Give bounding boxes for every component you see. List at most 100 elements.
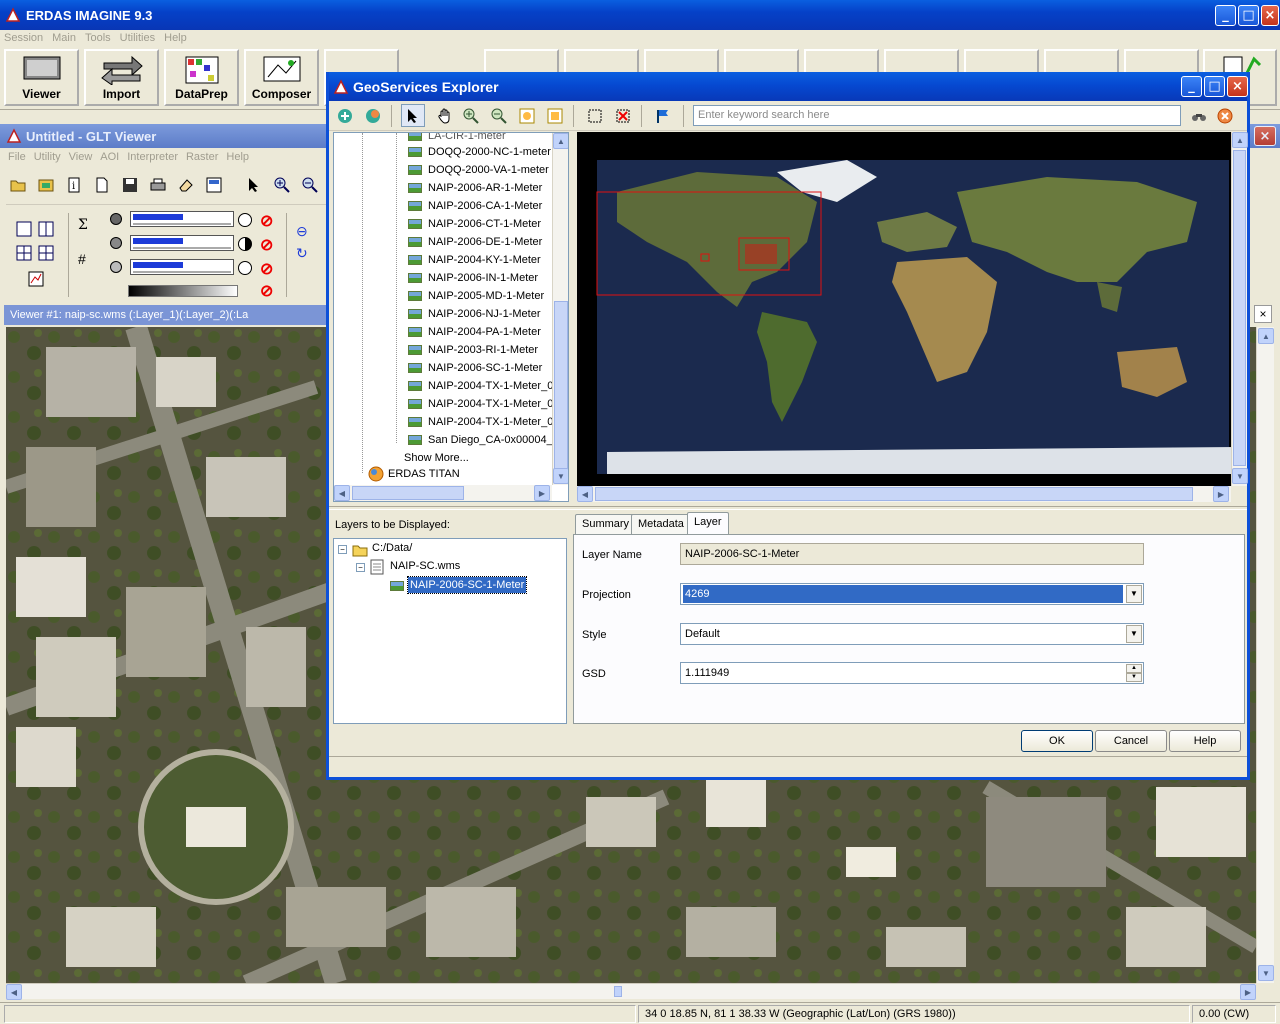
grid-icon[interactable]: # xyxy=(78,251,86,267)
brightness-slider[interactable] xyxy=(130,211,234,227)
scroll-thumb[interactable] xyxy=(554,301,568,471)
info-icon[interactable]: i xyxy=(66,177,82,193)
chart-icon[interactable] xyxy=(28,271,44,287)
tree-horizontal-scrollbar[interactable]: ◀ ▶ xyxy=(334,485,552,501)
scroll-right-icon[interactable]: ▶ xyxy=(1240,984,1256,1000)
reset-contrast-icon[interactable]: ⊘ xyxy=(260,235,273,255)
ok-button[interactable]: OK xyxy=(1021,730,1093,752)
layer-info-icon[interactable] xyxy=(206,177,222,193)
tab-summary[interactable]: Summary xyxy=(575,514,637,534)
reset-brightness-icon[interactable]: ⊘ xyxy=(260,211,273,231)
open-raster-icon[interactable] xyxy=(38,177,54,193)
scroll-up-icon[interactable]: ▲ xyxy=(1258,328,1274,344)
viewer-close-button[interactable]: × xyxy=(1254,126,1276,146)
tree-root-erdas-titan[interactable]: ERDAS TITAN xyxy=(368,465,460,483)
zoom-out-icon[interactable] xyxy=(491,108,507,124)
server-tree[interactable]: LA-CIR-1-meter DOQQ-2000-NC-1-meter DOQQ… xyxy=(333,132,569,502)
layers-wms-file[interactable]: NAIP-SC.wms xyxy=(390,560,460,572)
viewer-panel-close-icon[interactable]: × xyxy=(1254,305,1272,323)
tree-item[interactable]: NAIP-2006-SC-1-Meter xyxy=(408,359,542,377)
help-button[interactable]: Help xyxy=(1169,730,1241,752)
contrast-slider[interactable] xyxy=(130,235,234,251)
tab-metadata[interactable]: Metadata xyxy=(631,514,691,534)
tree-item[interactable]: San Diego_CA-0x00004_M xyxy=(408,431,562,449)
viewer-menu-raster[interactable]: Raster xyxy=(186,151,218,163)
add-server-icon[interactable] xyxy=(337,108,353,124)
menu-session[interactable]: Session xyxy=(4,32,43,44)
viewer-button[interactable]: Viewer xyxy=(4,49,79,106)
zoom-minus-icon[interactable]: ⊖ xyxy=(296,223,308,240)
print-icon[interactable] xyxy=(150,177,166,193)
cancel-button[interactable]: Cancel xyxy=(1095,730,1167,752)
scroll-left-icon[interactable]: ◀ xyxy=(577,486,593,502)
viewer-menu-view[interactable]: View xyxy=(69,151,93,163)
viewer-menu-interpreter[interactable]: Interpreter xyxy=(127,151,178,163)
tree-item[interactable]: NAIP-2005-MD-1-Meter xyxy=(408,287,544,305)
binoculars-icon[interactable] xyxy=(1191,108,1207,124)
close-button[interactable]: × xyxy=(1261,5,1279,26)
quad-view-icon[interactable] xyxy=(16,245,32,261)
eraser-icon[interactable] xyxy=(178,177,194,193)
menu-main[interactable]: Main xyxy=(52,32,76,44)
menu-utilities[interactable]: Utilities xyxy=(120,32,155,44)
outline-circle-icon[interactable] xyxy=(238,261,252,275)
scroll-down-icon[interactable]: ▼ xyxy=(553,468,568,484)
select-arrow-icon[interactable] xyxy=(246,177,262,193)
dialog-maximize-button[interactable]: □ xyxy=(1204,76,1225,97)
viewer-menu-file[interactable]: File xyxy=(8,151,26,163)
chevron-down-icon[interactable]: ▼ xyxy=(1126,625,1142,643)
split-view-icon[interactable] xyxy=(38,221,54,237)
tree-item[interactable]: NAIP-2006-CA-1-Meter xyxy=(408,197,542,215)
sigma-icon[interactable]: Σ xyxy=(78,217,88,233)
scroll-right-icon[interactable]: ▶ xyxy=(1213,486,1229,502)
scroll-left-icon[interactable]: ◀ xyxy=(6,984,22,1000)
tree-item[interactable]: DOQQ-2000-VA-1-meter xyxy=(408,161,549,179)
scroll-left-icon[interactable]: ◀ xyxy=(334,485,350,501)
reset-sharpness-icon[interactable]: ⊘ xyxy=(260,259,273,279)
zoom-extent-icon[interactable] xyxy=(519,108,535,124)
import-button[interactable]: Import xyxy=(84,49,159,106)
tree-item[interactable]: NAIP-2006-AR-1-Meter xyxy=(408,179,542,197)
dialog-minimize-button[interactable]: _ xyxy=(1181,76,1202,97)
tree-item[interactable]: NAIP-2003-RI-1-Meter xyxy=(408,341,538,359)
scroll-up-icon[interactable]: ▲ xyxy=(1232,132,1248,148)
menu-tools[interactable]: Tools xyxy=(85,32,111,44)
viewer-menu-help[interactable]: Help xyxy=(226,151,249,163)
new-document-icon[interactable] xyxy=(94,177,110,193)
maximize-button[interactable]: □ xyxy=(1238,5,1259,26)
fit-layer-icon[interactable] xyxy=(547,108,563,124)
minimize-button[interactable]: _ xyxy=(1215,5,1236,26)
tree-vertical-scrollbar[interactable]: ▲ ▼ xyxy=(552,133,568,485)
flag-icon[interactable] xyxy=(655,108,671,124)
tree-item[interactable]: NAIP-2006-IN-1-Meter xyxy=(408,269,538,287)
stepper-up-icon[interactable]: ▲ xyxy=(1126,664,1142,673)
scroll-thumb[interactable] xyxy=(1233,150,1246,466)
sharpness-slider[interactable] xyxy=(130,259,234,275)
stepper-down-icon[interactable]: ▼ xyxy=(1126,673,1142,682)
select-tool-button[interactable] xyxy=(401,104,425,127)
projection-select[interactable]: 4269 ▼ xyxy=(680,583,1144,605)
zoom-in-icon[interactable] xyxy=(463,108,479,124)
tree-item[interactable]: NAIP-2004-TX-1-Meter_01 xyxy=(408,377,559,395)
scroll-up-icon[interactable]: ▲ xyxy=(553,133,568,149)
style-select[interactable]: Default ▼ xyxy=(680,623,1144,645)
gradient-slider[interactable] xyxy=(128,285,238,297)
half-circle-icon[interactable] xyxy=(238,237,252,251)
dialog-close-button[interactable]: × xyxy=(1227,76,1248,97)
scroll-thumb[interactable] xyxy=(595,487,1193,501)
single-view-icon[interactable] xyxy=(16,221,32,237)
zoom-out-icon[interactable] xyxy=(302,177,318,193)
splitter[interactable] xyxy=(329,506,1247,510)
map-horizontal-scrollbar[interactable]: ◀ ▶ xyxy=(577,486,1231,502)
tree-item[interactable]: NAIP-2004-PA-1-Meter xyxy=(408,323,541,341)
scroll-thumb[interactable] xyxy=(614,986,622,997)
scroll-down-icon[interactable]: ▼ xyxy=(1258,965,1274,981)
chevron-down-icon[interactable]: ▼ xyxy=(1126,585,1142,603)
tree-item[interactable]: NAIP-2004-TX-1-Meter_02 xyxy=(408,395,559,413)
scroll-right-icon[interactable]: ▶ xyxy=(534,485,550,501)
viewer-menu-aoi[interactable]: AOI xyxy=(100,151,119,163)
world-map-preview[interactable] xyxy=(577,132,1245,486)
tree-item[interactable]: DOQQ-2000-NC-1-meter xyxy=(408,143,551,161)
dataprep-button[interactable]: DataPrep xyxy=(164,49,239,106)
reset-all-icon[interactable]: ⊘ xyxy=(260,281,273,301)
